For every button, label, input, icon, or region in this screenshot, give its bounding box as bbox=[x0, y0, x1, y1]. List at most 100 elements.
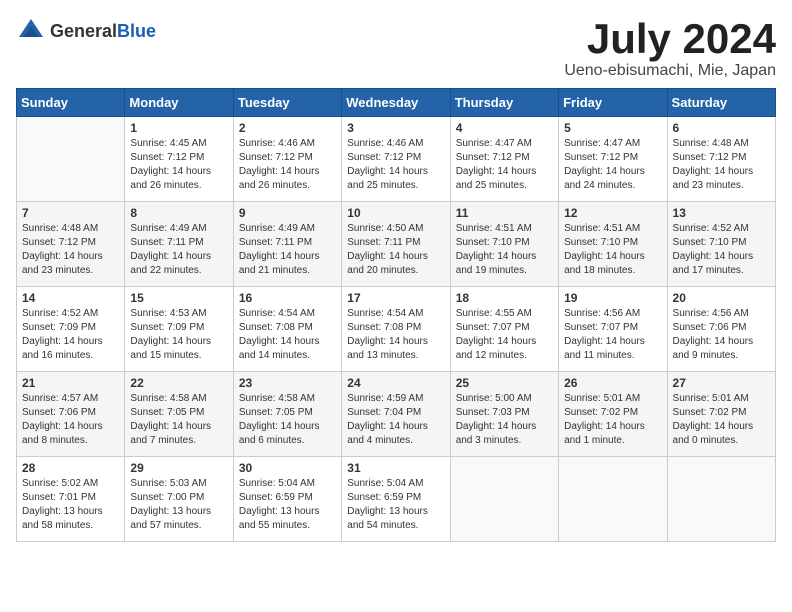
day-number: 19 bbox=[564, 291, 661, 305]
day-number: 18 bbox=[456, 291, 553, 305]
day-detail: Sunrise: 4:47 AM Sunset: 7:12 PM Dayligh… bbox=[564, 137, 661, 193]
day-detail: Sunrise: 4:49 AM Sunset: 7:11 PM Dayligh… bbox=[239, 222, 336, 278]
header-cell-tuesday: Tuesday bbox=[233, 89, 341, 117]
day-number: 21 bbox=[22, 376, 119, 390]
day-detail: Sunrise: 4:49 AM Sunset: 7:11 PM Dayligh… bbox=[130, 222, 227, 278]
day-number: 8 bbox=[130, 206, 227, 220]
page-header: GeneralBlue July 2024 Ueno-ebisumachi, M… bbox=[16, 16, 776, 80]
day-detail: Sunrise: 4:59 AM Sunset: 7:04 PM Dayligh… bbox=[347, 392, 444, 448]
day-number: 31 bbox=[347, 461, 444, 475]
day-cell: 19 Sunrise: 4:56 AM Sunset: 7:07 PM Dayli… bbox=[559, 287, 667, 372]
day-cell: 18 Sunrise: 4:55 AM Sunset: 7:07 PM Dayli… bbox=[450, 287, 558, 372]
day-cell: 6Sunrise: 4:48 AM Sunset: 7:12 PM Daylig… bbox=[667, 117, 775, 202]
day-number: 7 bbox=[22, 206, 119, 220]
day-cell: 2 Sunrise: 4:46 AM Sunset: 7:12 PM Daylig… bbox=[233, 117, 341, 202]
header-cell-saturday: Saturday bbox=[667, 89, 775, 117]
day-cell: 7 Sunrise: 4:48 AM Sunset: 7:12 PM Daylig… bbox=[17, 202, 125, 287]
day-cell: 4Sunrise: 4:47 AM Sunset: 7:12 PM Daylig… bbox=[450, 117, 558, 202]
day-cell: 26Sunrise: 5:01 AM Sunset: 7:02 PM Dayli… bbox=[559, 372, 667, 457]
day-number: 15 bbox=[130, 291, 227, 305]
day-detail: Sunrise: 4:58 AM Sunset: 7:05 PM Dayligh… bbox=[239, 392, 336, 448]
day-cell: 11Sunrise: 4:51 AM Sunset: 7:10 PM Dayli… bbox=[450, 202, 558, 287]
day-cell: 22 Sunrise: 4:58 AM Sunset: 7:05 PM Dayli… bbox=[125, 372, 233, 457]
logo: GeneralBlue bbox=[16, 16, 156, 46]
day-detail: Sunrise: 5:00 AM Sunset: 7:03 PM Dayligh… bbox=[456, 392, 553, 448]
day-cell bbox=[17, 117, 125, 202]
day-number: 30 bbox=[239, 461, 336, 475]
logo-text-general: General bbox=[50, 21, 117, 41]
month-title: July 2024 bbox=[564, 16, 776, 62]
day-cell: 29Sunrise: 5:03 AM Sunset: 7:00 PM Dayli… bbox=[125, 457, 233, 542]
day-cell: 28Sunrise: 5:02 AM Sunset: 7:01 PM Dayli… bbox=[17, 457, 125, 542]
day-detail: Sunrise: 5:04 AM Sunset: 6:59 PM Dayligh… bbox=[347, 477, 444, 533]
day-detail: Sunrise: 4:55 AM Sunset: 7:07 PM Dayligh… bbox=[456, 307, 553, 363]
header-cell-friday: Friday bbox=[559, 89, 667, 117]
day-detail: Sunrise: 4:53 AM Sunset: 7:09 PM Dayligh… bbox=[130, 307, 227, 363]
day-detail: Sunrise: 4:51 AM Sunset: 7:10 PM Dayligh… bbox=[456, 222, 553, 278]
day-number: 22 bbox=[130, 376, 227, 390]
day-cell: 1 Sunrise: 4:45 AM Sunset: 7:12 PM Daylig… bbox=[125, 117, 233, 202]
header-cell-wednesday: Wednesday bbox=[342, 89, 450, 117]
day-cell: 15 Sunrise: 4:53 AM Sunset: 7:09 PM Dayli… bbox=[125, 287, 233, 372]
header-cell-thursday: Thursday bbox=[450, 89, 558, 117]
day-cell: 21 Sunrise: 4:57 AM Sunset: 7:06 PM Dayli… bbox=[17, 372, 125, 457]
day-cell bbox=[450, 457, 558, 542]
day-cell: 9Sunrise: 4:49 AM Sunset: 7:11 PM Daylig… bbox=[233, 202, 341, 287]
day-detail: Sunrise: 4:56 AM Sunset: 7:07 PM Dayligh… bbox=[564, 307, 661, 363]
day-detail: Sunrise: 5:02 AM Sunset: 7:01 PM Dayligh… bbox=[22, 477, 119, 533]
logo-icon bbox=[16, 16, 46, 46]
day-cell bbox=[667, 457, 775, 542]
day-detail: Sunrise: 4:54 AM Sunset: 7:08 PM Dayligh… bbox=[239, 307, 336, 363]
week-row-4: 21 Sunrise: 4:57 AM Sunset: 7:06 PM Dayli… bbox=[17, 372, 776, 457]
day-number: 25 bbox=[456, 376, 553, 390]
header-row: SundayMondayTuesdayWednesdayThursdayFrid… bbox=[17, 89, 776, 117]
day-cell: 23 Sunrise: 4:58 AM Sunset: 7:05 PM Dayli… bbox=[233, 372, 341, 457]
day-cell: 27 Sunrise: 5:01 AM Sunset: 7:02 PM Dayli… bbox=[667, 372, 775, 457]
day-detail: Sunrise: 4:58 AM Sunset: 7:05 PM Dayligh… bbox=[130, 392, 227, 448]
day-cell: 3Sunrise: 4:46 AM Sunset: 7:12 PM Daylig… bbox=[342, 117, 450, 202]
day-detail: Sunrise: 4:48 AM Sunset: 7:12 PM Dayligh… bbox=[22, 222, 119, 278]
day-cell bbox=[559, 457, 667, 542]
day-cell: 14Sunrise: 4:52 AM Sunset: 7:09 PM Dayli… bbox=[17, 287, 125, 372]
day-detail: Sunrise: 5:04 AM Sunset: 6:59 PM Dayligh… bbox=[239, 477, 336, 533]
week-row-2: 7 Sunrise: 4:48 AM Sunset: 7:12 PM Daylig… bbox=[17, 202, 776, 287]
day-cell: 13Sunrise: 4:52 AM Sunset: 7:10 PM Dayli… bbox=[667, 202, 775, 287]
day-detail: Sunrise: 5:01 AM Sunset: 7:02 PM Dayligh… bbox=[673, 392, 770, 448]
day-cell: 17 Sunrise: 4:54 AM Sunset: 7:08 PM Dayli… bbox=[342, 287, 450, 372]
day-number: 27 bbox=[673, 376, 770, 390]
day-cell: 5Sunrise: 4:47 AM Sunset: 7:12 PM Daylig… bbox=[559, 117, 667, 202]
calendar-header: SundayMondayTuesdayWednesdayThursdayFrid… bbox=[17, 89, 776, 117]
calendar-table: SundayMondayTuesdayWednesdayThursdayFrid… bbox=[16, 88, 776, 542]
calendar-body: 1 Sunrise: 4:45 AM Sunset: 7:12 PM Daylig… bbox=[17, 117, 776, 542]
week-row-3: 14Sunrise: 4:52 AM Sunset: 7:09 PM Dayli… bbox=[17, 287, 776, 372]
day-detail: Sunrise: 4:45 AM Sunset: 7:12 PM Dayligh… bbox=[130, 137, 227, 193]
day-number: 12 bbox=[564, 206, 661, 220]
day-detail: Sunrise: 4:46 AM Sunset: 7:12 PM Dayligh… bbox=[239, 137, 336, 193]
header-cell-monday: Monday bbox=[125, 89, 233, 117]
day-detail: Sunrise: 4:50 AM Sunset: 7:11 PM Dayligh… bbox=[347, 222, 444, 278]
day-number: 14 bbox=[22, 291, 119, 305]
location-title: Ueno-ebisumachi, Mie, Japan bbox=[564, 62, 776, 80]
day-cell: 16Sunrise: 4:54 AM Sunset: 7:08 PM Dayli… bbox=[233, 287, 341, 372]
day-number: 20 bbox=[673, 291, 770, 305]
day-number: 1 bbox=[130, 121, 227, 135]
day-number: 29 bbox=[130, 461, 227, 475]
day-cell: 30 Sunrise: 5:04 AM Sunset: 6:59 PM Dayli… bbox=[233, 457, 341, 542]
week-row-1: 1 Sunrise: 4:45 AM Sunset: 7:12 PM Daylig… bbox=[17, 117, 776, 202]
day-cell: 10Sunrise: 4:50 AM Sunset: 7:11 PM Dayli… bbox=[342, 202, 450, 287]
day-cell: 31 Sunrise: 5:04 AM Sunset: 6:59 PM Dayli… bbox=[342, 457, 450, 542]
day-number: 24 bbox=[347, 376, 444, 390]
day-detail: Sunrise: 4:51 AM Sunset: 7:10 PM Dayligh… bbox=[564, 222, 661, 278]
day-number: 23 bbox=[239, 376, 336, 390]
header-cell-sunday: Sunday bbox=[17, 89, 125, 117]
day-number: 26 bbox=[564, 376, 661, 390]
day-detail: Sunrise: 4:56 AM Sunset: 7:06 PM Dayligh… bbox=[673, 307, 770, 363]
logo-text-blue: Blue bbox=[117, 21, 156, 41]
title-block: July 2024 Ueno-ebisumachi, Mie, Japan bbox=[564, 16, 776, 80]
day-detail: Sunrise: 4:57 AM Sunset: 7:06 PM Dayligh… bbox=[22, 392, 119, 448]
day-number: 17 bbox=[347, 291, 444, 305]
day-detail: Sunrise: 4:54 AM Sunset: 7:08 PM Dayligh… bbox=[347, 307, 444, 363]
day-detail: Sunrise: 4:46 AM Sunset: 7:12 PM Dayligh… bbox=[347, 137, 444, 193]
week-row-5: 28Sunrise: 5:02 AM Sunset: 7:01 PM Dayli… bbox=[17, 457, 776, 542]
day-number: 2 bbox=[239, 121, 336, 135]
